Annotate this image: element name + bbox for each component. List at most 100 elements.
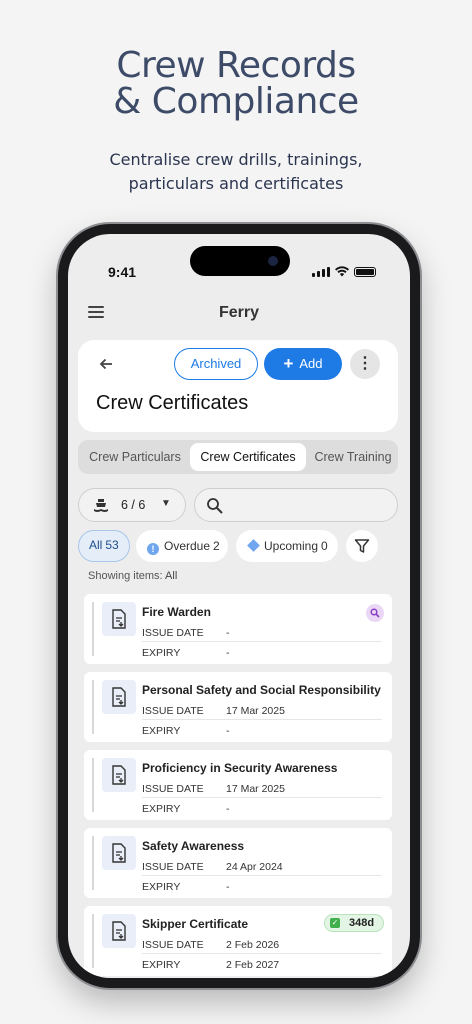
search-icon <box>207 498 223 514</box>
document-icon <box>102 914 136 948</box>
issue-date-label: ISSUE DATE <box>142 783 204 795</box>
chip-upcoming[interactable]: Upcoming 0 <box>236 530 338 562</box>
phone-frame: 9:41 Ferry Archived + Add ⋮ Crew Certifi… <box>58 224 420 988</box>
tab-crew-particulars[interactable]: Crew Particulars <box>84 443 186 471</box>
expiry-label: EXPIRY <box>142 803 181 815</box>
filter-icon <box>354 539 370 553</box>
chip-all[interactable]: All 53 <box>78 530 130 562</box>
expiry-value: 2 Feb 2027 <box>226 959 280 971</box>
showing-items-text: Showing items: All <box>88 570 177 582</box>
vessel-filter-dropdown[interactable]: 6 / 6 ▼ <box>78 488 186 522</box>
ship-icon <box>94 499 108 512</box>
expiry-label: EXPIRY <box>142 647 181 659</box>
chip-upcoming-count: 0 <box>321 539 328 553</box>
tab-bar: Crew Particulars Crew Certificates Crew … <box>78 440 398 474</box>
issue-date-value: 17 Mar 2025 <box>226 705 285 717</box>
add-button[interactable]: + Add <box>264 348 342 380</box>
vessel-filter-value: 6 / 6 <box>121 498 146 512</box>
certificate-name: Skipper Certificate <box>142 917 249 931</box>
dynamic-island <box>190 246 290 276</box>
expiry-label: EXPIRY <box>142 725 181 737</box>
tab-crew-certificates[interactable]: Crew Certificates <box>190 443 306 471</box>
chevron-down-icon: ▼ <box>161 498 171 509</box>
card-divider <box>92 602 94 656</box>
search-badge-icon <box>366 604 384 622</box>
camera-icon <box>268 256 278 266</box>
card-divider <box>92 914 94 968</box>
certificate-card[interactable]: Safety Awareness ISSUE DATE 24 Apr 2024 … <box>84 828 392 898</box>
signal-icon <box>312 266 330 277</box>
status-time: 9:41 <box>108 264 137 280</box>
plus-icon: + <box>283 354 294 373</box>
page-title: Crew Certificates <box>96 392 249 414</box>
expiry-value: - <box>226 647 230 659</box>
tab-crew-training[interactable]: Crew Training <box>310 443 396 471</box>
certificate-name: Proficiency in Security Awareness <box>142 761 338 775</box>
info-icon: ! <box>147 543 159 555</box>
row-divider <box>142 875 382 876</box>
certificate-card[interactable]: Skipper Certificate ✓ 348d ISSUE DATE 2 … <box>84 906 392 976</box>
issue-date-value: - <box>226 627 230 639</box>
certificate-card[interactable]: Personal Safety and Social Responsibilit… <box>84 672 392 742</box>
row-divider <box>142 953 382 954</box>
hero-subtitle: Centralise crew drills, trainings, parti… <box>0 148 472 196</box>
certificate-name: Safety Awareness <box>142 839 245 853</box>
wifi-icon <box>335 266 349 277</box>
document-icon <box>102 836 136 870</box>
hero-title: Crew Records & Compliance <box>0 48 472 120</box>
chip-all-label: All <box>89 538 103 552</box>
row-divider <box>142 797 382 798</box>
issue-date-value: 24 Apr 2024 <box>226 861 283 873</box>
phone-screen: 9:41 Ferry Archived + Add ⋮ Crew Certifi… <box>68 234 410 978</box>
hero-subtitle-line2: particulars and certificates <box>128 174 344 193</box>
showing-value: All <box>165 570 178 582</box>
issue-date-label: ISSUE DATE <box>142 627 204 639</box>
issue-date-value: 17 Mar 2025 <box>226 783 285 795</box>
more-options-button[interactable]: ⋮ <box>350 349 380 379</box>
back-arrow-icon[interactable] <box>94 352 118 376</box>
hero-subtitle-line1: Centralise crew drills, trainings, <box>109 150 363 169</box>
header-card: Archived + Add ⋮ Crew Certificates <box>78 340 398 432</box>
archived-button[interactable]: Archived <box>174 348 258 380</box>
search-input[interactable] <box>194 488 398 522</box>
check-icon: ✓ <box>330 918 340 928</box>
battery-icon <box>354 266 376 277</box>
row-divider <box>142 641 382 642</box>
expiry-label: EXPIRY <box>142 959 181 971</box>
card-divider <box>92 836 94 890</box>
chip-overdue-count: 2 <box>213 539 220 553</box>
showing-prefix: Showing items: <box>88 570 163 582</box>
issue-date-label: ISSUE DATE <box>142 705 204 717</box>
card-divider <box>92 758 94 812</box>
issue-date-label: ISSUE DATE <box>142 939 204 951</box>
expiry-value: - <box>226 725 230 737</box>
card-divider <box>92 680 94 734</box>
certificate-name: Fire Warden <box>142 605 211 619</box>
diamond-icon <box>247 539 260 552</box>
app-bar-title: Ferry <box>218 304 260 321</box>
document-icon <box>102 680 136 714</box>
certificate-name: Personal Safety and Social Responsibilit… <box>142 683 381 697</box>
chip-overdue-label: Overdue <box>164 539 211 553</box>
certificate-card[interactable]: Fire Warden ISSUE DATE - EXPIRY - <box>84 594 392 664</box>
chip-overdue[interactable]: ! Overdue 2 <box>136 530 228 562</box>
issue-date-value: 2 Feb 2026 <box>226 939 280 951</box>
document-icon <box>102 602 136 636</box>
row-divider <box>142 719 382 720</box>
days-remaining-badge: ✓ 348d <box>324 914 384 932</box>
add-button-label: Add <box>299 356 323 371</box>
status-bar: 9:41 <box>68 234 410 286</box>
expiry-value: - <box>226 881 230 893</box>
document-icon <box>102 758 136 792</box>
chip-all-count: 53 <box>105 538 119 552</box>
expiry-value: - <box>226 803 230 815</box>
app-bar: Ferry <box>68 294 410 334</box>
days-remaining-value: 348d <box>349 917 375 929</box>
issue-date-label: ISSUE DATE <box>142 861 204 873</box>
hero-title-line2: & Compliance <box>113 81 359 122</box>
hero-title-line1: Crew Records <box>116 45 356 86</box>
certificate-card[interactable]: Proficiency in Security Awareness ISSUE … <box>84 750 392 820</box>
filter-button[interactable] <box>346 530 378 562</box>
system-icons <box>312 266 376 277</box>
expiry-label: EXPIRY <box>142 881 181 893</box>
